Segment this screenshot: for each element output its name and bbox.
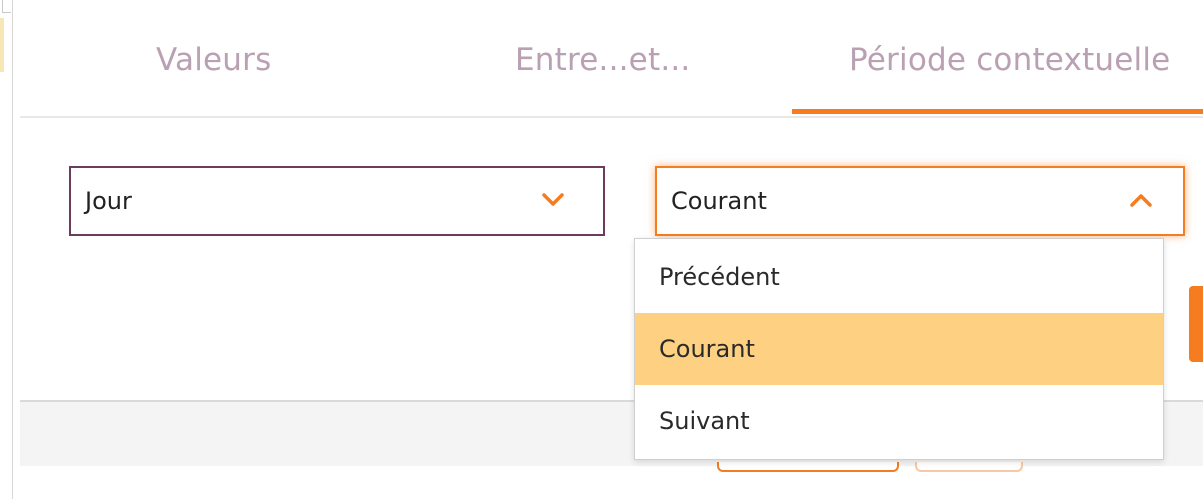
chevron-down-icon — [542, 193, 564, 206]
period-select-value: Courant — [671, 187, 767, 215]
tab-bar: Valeurs Entre...et... Période contextuel… — [20, 0, 1203, 118]
active-tab-indicator — [792, 109, 1203, 114]
option-courant[interactable]: Courant — [635, 313, 1163, 385]
footer-button-secondary[interactable] — [915, 462, 1023, 472]
option-suivant[interactable]: Suivant — [635, 385, 1163, 457]
tab-entre-et[interactable]: Entre...et... — [515, 42, 690, 78]
period-select[interactable]: Courant — [655, 166, 1185, 236]
side-action-button[interactable] — [1189, 286, 1203, 362]
period-dropdown-menu: Précédent Courant Suivant — [634, 238, 1164, 460]
option-precedent[interactable]: Précédent — [635, 241, 1163, 313]
unit-select-value: Jour — [85, 187, 132, 215]
tab-periode-contextuelle[interactable]: Période contextuelle — [849, 42, 1170, 78]
footer-button-primary[interactable] — [717, 462, 899, 472]
chevron-up-icon — [1130, 194, 1152, 207]
tab-valeurs[interactable]: Valeurs — [156, 42, 271, 78]
left-window-edge — [0, 0, 13, 499]
unit-select[interactable]: Jour — [69, 166, 605, 236]
corner-mark — [2, 0, 11, 13]
edge-highlight — [0, 18, 4, 72]
